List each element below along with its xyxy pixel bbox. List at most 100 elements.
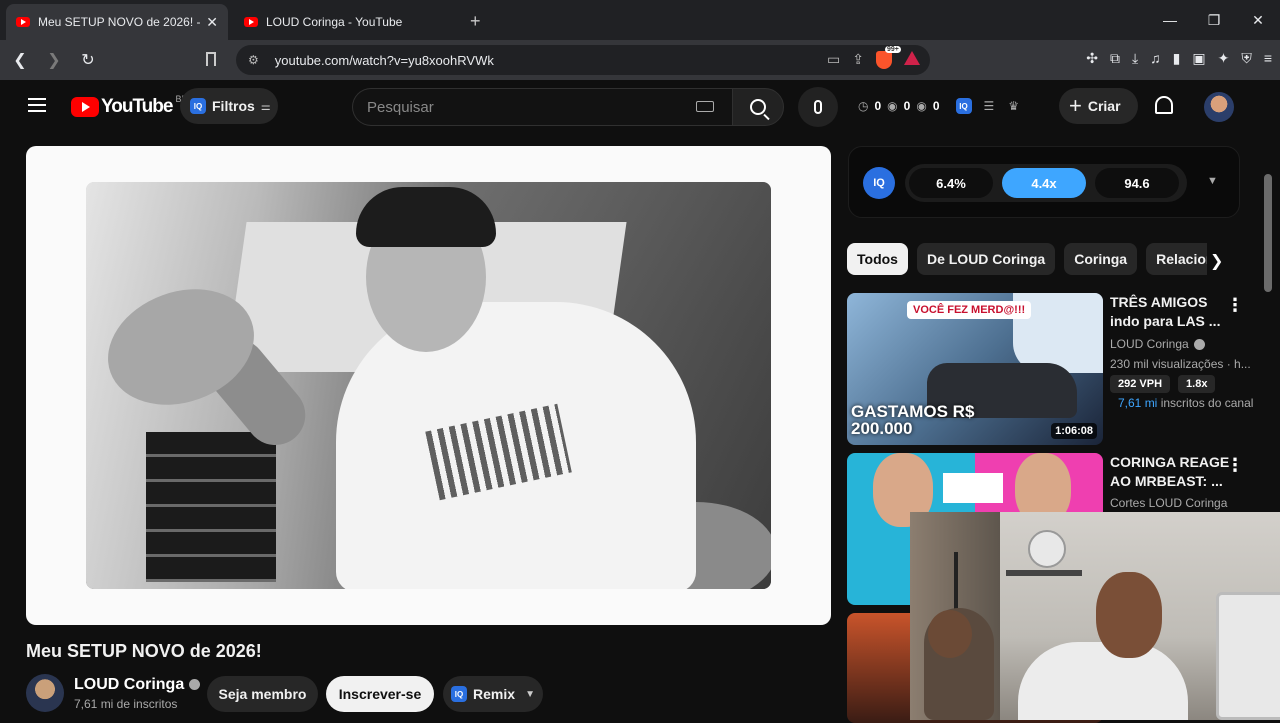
subs-value: 7,61 mi [1118, 396, 1158, 410]
clock-icon: ◷ [858, 99, 869, 113]
iq-metric-score[interactable]: 94.6 [1095, 168, 1179, 198]
iq-metric-outlier[interactable]: 6.4% [909, 168, 993, 198]
url-text: youtube.com/watch?v=yu8xoohRVWk [274, 52, 494, 68]
recommended-channel-row[interactable]: LOUD Coringa [1110, 337, 1205, 351]
browser-toolbar: ❮ ❯ ↻ ⚙ youtube.com/watch?v=yu8xoohRVWk … [0, 40, 1280, 80]
close-tab-icon[interactable]: ✕ [206, 14, 218, 31]
ratio-tag: 1.8x [1178, 375, 1216, 393]
youtube-logo[interactable]: YouTube BR [71, 94, 188, 118]
share-icon[interactable]: ⇪ [852, 51, 864, 69]
new-tab-button[interactable]: + [470, 11, 481, 32]
filter-chips: Todos De LOUD Coringa Coringa Relaciona [847, 243, 1207, 275]
create-button[interactable]: + Criar [1059, 88, 1138, 124]
extensions-icon[interactable]: ✣ [1086, 50, 1098, 67]
chip-coringa[interactable]: Coringa [1064, 243, 1138, 275]
search-input[interactable]: Pesquisar [352, 88, 732, 126]
browser-tab-active[interactable]: Meu SETUP NOVO de 2026! - Yo ✕ [6, 4, 228, 40]
iq-icon: IQ [190, 98, 206, 114]
subscribe-label: Inscrever-se [338, 686, 422, 702]
youtube-play-icon [71, 97, 99, 117]
trophy-icon[interactable]: ♛ [1008, 99, 1019, 113]
notifications-icon[interactable] [1155, 96, 1173, 114]
iq-icon[interactable]: IQ [955, 98, 972, 114]
minimize-icon[interactable]: — [1148, 0, 1192, 40]
browser-tab[interactable]: LOUD Coringa - YouTube [234, 4, 456, 40]
video-shelf [146, 432, 276, 582]
webcam-overlay [910, 512, 1280, 720]
brave-rewards-icon[interactable] [904, 51, 920, 65]
video-title: Meu SETUP NOVO de 2026! [26, 641, 262, 661]
brave-shields-icon[interactable]: 99+ [876, 46, 901, 69]
menu-icon[interactable]: ≡ [1264, 50, 1272, 67]
sliders-icon: ⚌ [260, 100, 271, 113]
video-frame[interactable] [86, 182, 771, 589]
channel-name-row[interactable]: LOUD Coringa [74, 676, 201, 694]
more-actions-icon[interactable]: ⋮ [1226, 456, 1244, 474]
account-avatar[interactable] [1204, 92, 1234, 122]
site-settings-icon[interactable]: ⚙ [248, 53, 259, 67]
join-button[interactable]: Seja membro [207, 676, 318, 712]
tab-title: Meu SETUP NOVO de 2026! - Yo [38, 15, 201, 29]
restore-icon[interactable]: ❐ [1192, 0, 1236, 40]
subs-suffix: inscritos do canal [1160, 396, 1254, 410]
iq-stats-panel: IQ 6.4% 4.4x 94.6 ▼ [848, 146, 1240, 218]
chip-todos[interactable]: Todos [847, 243, 908, 275]
eye-icon: ◉ [916, 99, 927, 113]
extension-stats: ◷ 0 ◉ 0 ◉ 0 IQ ☰ ♛ [858, 98, 1019, 114]
recommended-thumbnail[interactable]: VOCÊ FEZ MERD@!!! GASTAMOS R$ 200.000 1:… [847, 293, 1103, 445]
microphone-icon [814, 100, 822, 114]
iq-metrics-bar: 6.4% 4.4x 94.6 [905, 164, 1187, 202]
subscribe-button[interactable]: Inscrever-se [326, 676, 434, 712]
close-window-icon[interactable]: ✕ [1236, 0, 1280, 40]
iq-metric-multiplier[interactable]: 4.4x [1002, 168, 1086, 198]
search-placeholder: Pesquisar [367, 98, 434, 116]
youtube-favicon-icon [16, 17, 30, 27]
downloads-icon[interactable]: ⤓ [1132, 50, 1138, 67]
menu-icon[interactable] [28, 98, 46, 112]
filtros-label: Filtros [212, 98, 255, 114]
recommended-title[interactable]: TRÊS AMIGOS indo para LAS ... [1110, 293, 1230, 331]
leo-icon[interactable]: ✦ [1218, 50, 1230, 67]
video-player[interactable] [26, 146, 831, 625]
browser-tab-strip: Meu SETUP NOVO de 2026! - Yo ✕ LOUD Cori… [0, 0, 1280, 40]
cast-icon[interactable]: ▭ [827, 51, 840, 69]
channel-avatar[interactable] [26, 674, 64, 712]
recommended-channel[interactable]: Cortes LOUD Coringa [1110, 496, 1227, 510]
vph-tag: 292 VPH [1110, 375, 1171, 393]
chevron-down-icon[interactable]: ▼ [1207, 175, 1218, 187]
arrow-icon [943, 473, 1003, 503]
search-icon [750, 99, 766, 115]
stat-value: 0 [874, 99, 882, 113]
cam-monitor [1216, 592, 1280, 720]
chevron-right-icon[interactable]: ❯ [1210, 251, 1223, 271]
media-icon[interactable]: ♫ [1150, 50, 1161, 67]
address-bar-actions: ▭ ⇪ 99+ [827, 46, 920, 69]
stat-value: 0 [932, 99, 940, 113]
scrollbar-thumb[interactable] [1264, 174, 1272, 292]
youtube-header: YouTube BR IQ Filtros ⚌ Pesquisar ◷ 0 ◉ 0 … [0, 80, 1280, 134]
logo-text: YouTube [101, 96, 173, 117]
reload-icon[interactable]: ↻ [74, 50, 102, 70]
keyboard-icon[interactable] [696, 101, 714, 112]
voice-search-button[interactable] [798, 87, 838, 127]
thumb-text: GASTAMOS R$ 200.000 [851, 402, 975, 438]
sidebar-icon[interactable]: ▮ [1173, 50, 1181, 67]
filtros-button[interactable]: IQ Filtros ⚌ [180, 88, 278, 124]
tab-manager-icon[interactable]: ⧉ [1110, 50, 1120, 67]
vpn-icon[interactable]: ⛨ [1241, 50, 1252, 67]
recommended-title[interactable]: CORINGA REAGE AO MRBEAST: ... [1110, 453, 1230, 491]
search-button[interactable] [732, 88, 784, 126]
forward-icon[interactable]: ❯ [40, 50, 68, 70]
more-actions-icon[interactable]: ⋮ [1226, 296, 1244, 314]
chip-de-loud-coringa[interactable]: De LOUD Coringa [916, 243, 1056, 275]
back-icon[interactable]: ❮ [6, 50, 34, 70]
chip-relacionados[interactable]: Relaciona [1146, 243, 1207, 275]
bookmark-icon[interactable] [206, 52, 216, 66]
remix-button[interactable]: IQ Remix ▼ [443, 676, 543, 712]
wallet-icon[interactable]: ▣ [1192, 50, 1205, 67]
thumb-badge: VOCÊ FEZ MERD@!!! [907, 301, 1032, 320]
chevron-down-icon: ▼ [525, 688, 535, 700]
address-bar[interactable]: ⚙ youtube.com/watch?v=yu8xoohRVWk ▭ ⇪ 99… [236, 45, 930, 75]
list-icon[interactable]: ☰ [984, 99, 995, 113]
iq-logo-icon[interactable]: IQ [863, 167, 895, 199]
